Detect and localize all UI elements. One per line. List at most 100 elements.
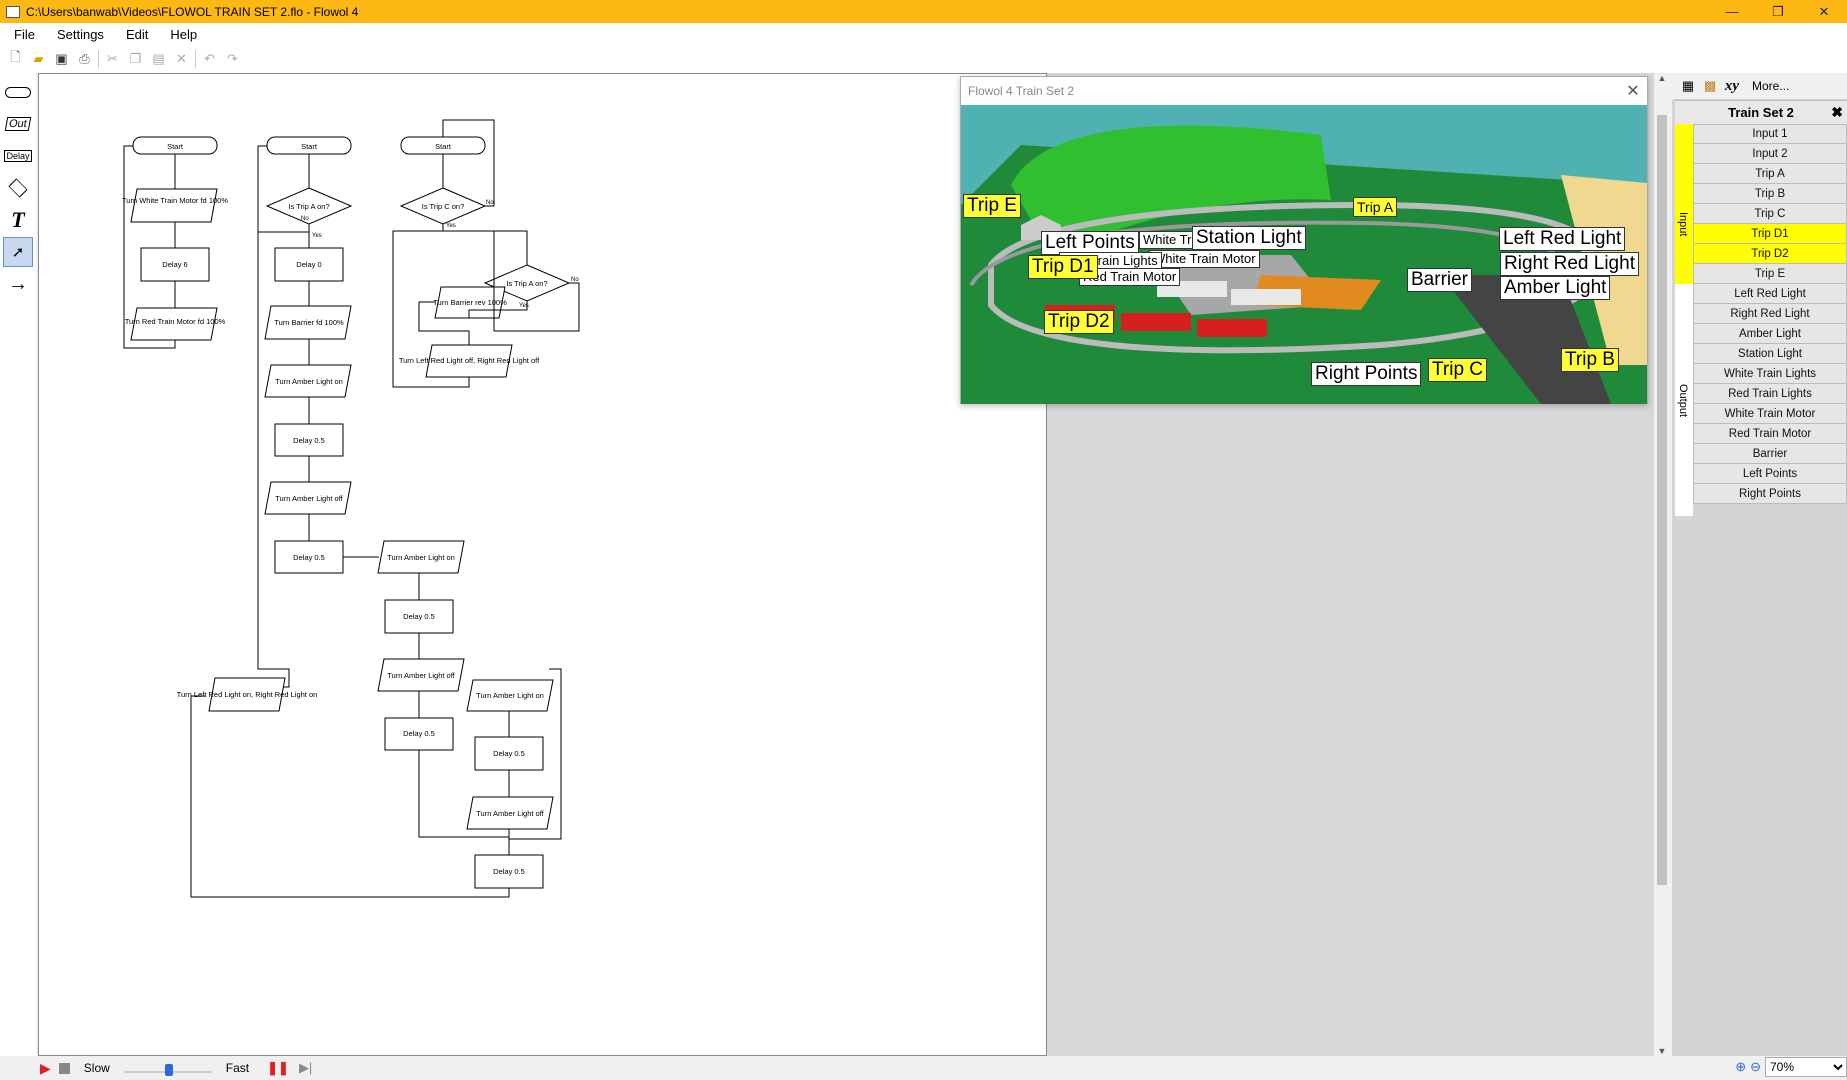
input-item-trip-c[interactable]: Trip C xyxy=(1693,204,1847,224)
copy-icon[interactable]: ❐ xyxy=(124,48,147,70)
io-panel: ▦ ▩ xy More... Train Set 2 ✖ Input Outpu… xyxy=(1672,73,1847,1056)
output-item-white-train-lights[interactable]: White Train Lights xyxy=(1693,364,1847,384)
play-icon[interactable]: ▶ xyxy=(40,1060,51,1077)
menu-bar: File Settings Edit Help xyxy=(0,23,1847,45)
maximize-button[interactable]: ❐ xyxy=(1755,0,1801,23)
output-item-barrier[interactable]: Barrier xyxy=(1693,444,1847,464)
input-item-trip-a[interactable]: Trip A xyxy=(1693,164,1847,184)
pause-icon[interactable]: ❚❚ xyxy=(267,1060,289,1076)
speed-slider[interactable] xyxy=(123,1062,212,1076)
open-folder-icon[interactable]: ▰ xyxy=(27,48,50,70)
flow-output-c5-1[interactable]: Turn Amber Light on xyxy=(476,691,544,700)
menu-help[interactable]: Help xyxy=(156,27,205,42)
output-item-white-train-motor[interactable]: White Train Motor xyxy=(1693,404,1847,424)
flow-delay-c4-1[interactable]: Delay 0.5 xyxy=(403,612,435,621)
flowchart-diagram: Start Turn White Train Motor fd 100% Del… xyxy=(122,119,580,898)
vertical-scrollbar[interactable]: ▲ ▼ xyxy=(1654,73,1670,1056)
undo-icon[interactable]: ↶ xyxy=(198,48,221,70)
image-icon[interactable]: ▩ xyxy=(1702,78,1718,94)
print-icon[interactable]: ⎙ xyxy=(73,48,96,70)
flow-delay-c2-3[interactable]: Delay 0.5 xyxy=(293,553,325,562)
decision-shape-icon[interactable] xyxy=(3,173,33,203)
menu-edit[interactable]: Edit xyxy=(112,27,156,42)
delay-shape-icon[interactable]: Delay xyxy=(3,141,33,171)
window-title: C:\Users\banwab\Videos\FLOWOL TRAIN SET … xyxy=(26,4,359,19)
slow-label: Slow xyxy=(83,1061,110,1075)
arrow-tool-icon[interactable]: → xyxy=(3,269,33,299)
output-shape-icon[interactable]: Out xyxy=(3,109,33,139)
paste-icon[interactable]: ▤ xyxy=(147,48,170,70)
flow-output-c1-2[interactable]: Turn Red Train Motor fd 100% xyxy=(125,317,226,326)
flow-delay-c2-1[interactable]: Delay 0 xyxy=(296,260,321,269)
flow-output-c1-1[interactable]: Turn White Train Motor fd 100% xyxy=(122,196,228,205)
flow-output-c2-3[interactable]: Turn Amber Light off xyxy=(275,494,343,503)
flow-decision-c2[interactable]: Is Trip A on? xyxy=(288,202,329,211)
minimize-button[interactable]: — xyxy=(1709,0,1755,23)
mimic-icon[interactable]: ▦ xyxy=(1680,78,1696,94)
train-set-scene: Trip E Trip A White Train Lights Left Po… xyxy=(961,105,1647,404)
scroll-down-icon[interactable]: ▼ xyxy=(1654,1046,1670,1056)
output-item-red-train-motor[interactable]: Red Train Motor xyxy=(1693,424,1847,444)
input-item-trip-d1[interactable]: Trip D1 xyxy=(1693,224,1847,244)
stop-icon[interactable] xyxy=(58,1062,70,1074)
xy-icon[interactable]: xy xyxy=(1724,78,1740,94)
output-item-right-red-light[interactable]: Right Red Light xyxy=(1693,304,1847,324)
zoom-in-icon[interactable]: ⊕ xyxy=(1735,1059,1746,1075)
output-item-amber-light[interactable]: Amber Light xyxy=(1693,324,1847,344)
flow-decision-c3-2[interactable]: Is Trip A on? xyxy=(506,279,547,288)
scrollbar-thumb[interactable] xyxy=(1657,115,1667,885)
flow-start-3[interactable]: Start xyxy=(435,142,452,151)
output-item-station-light[interactable]: Station Light xyxy=(1693,344,1847,364)
flow-output-c5-2[interactable]: Turn Amber Light off xyxy=(476,809,544,818)
step-icon[interactable]: ▶| xyxy=(299,1060,312,1076)
redo-icon[interactable]: ↷ xyxy=(221,48,244,70)
save-icon[interactable]: ▣ xyxy=(50,48,73,70)
input-item-trip-d2[interactable]: Trip D2 xyxy=(1693,244,1847,264)
flowchart-canvas[interactable]: Start Turn White Train Motor fd 100% Del… xyxy=(38,73,1047,1056)
trip-b-label: Trip B xyxy=(1561,348,1619,372)
input-highlight xyxy=(1675,124,1693,284)
cut-icon[interactable]: ✂ xyxy=(101,48,124,70)
station-light-label: Station Light xyxy=(1192,226,1306,250)
flow-delay-c5-1[interactable]: Delay 0.5 xyxy=(493,749,525,758)
output-item-right-points[interactable]: Right Points xyxy=(1693,484,1847,504)
flow-delay-c4-2[interactable]: Delay 0.5 xyxy=(403,729,435,738)
flow-output-c2-4[interactable]: Turn Left Red Light on, Right Red Light … xyxy=(177,690,318,699)
flow-output-c4-1[interactable]: Turn Amber Light on xyxy=(387,553,455,562)
speed-slider-knob[interactable] xyxy=(164,1064,173,1076)
new-file-icon[interactable]: 🗋 xyxy=(4,48,27,70)
flow-delay-c1-1[interactable]: Delay 6 xyxy=(162,260,187,269)
menu-settings[interactable]: Settings xyxy=(43,27,112,42)
flow-decision-c3-1[interactable]: Is Trip C on? xyxy=(422,202,465,211)
menu-file[interactable]: File xyxy=(0,27,43,42)
flow-delay-c2-2[interactable]: Delay 0.5 xyxy=(293,436,325,445)
output-item-red-train-lights[interactable]: Red Train Lights xyxy=(1693,384,1847,404)
zoom-select[interactable]: 70% xyxy=(1765,1057,1847,1077)
flow-delay-c5-2[interactable]: Delay 0.5 xyxy=(493,867,525,876)
trip-d1-label: Trip D1 xyxy=(1028,255,1098,279)
flow-output-c2-1[interactable]: Turn Barrier fd 100% xyxy=(274,318,344,327)
more-button[interactable]: More... xyxy=(1752,79,1789,93)
input-item-trip-b[interactable]: Trip B xyxy=(1693,184,1847,204)
flow-start-1[interactable]: Start xyxy=(167,142,184,151)
zoom-out-icon[interactable]: ⊖ xyxy=(1750,1059,1761,1075)
close-button[interactable]: ✕ xyxy=(1801,0,1847,23)
delete-icon[interactable]: ✕ xyxy=(170,48,193,70)
scroll-up-icon[interactable]: ▲ xyxy=(1654,73,1670,83)
flow-start-2[interactable]: Start xyxy=(301,142,318,151)
flow-output-c3-2[interactable]: Turn Left Red Light off, Right Red Light… xyxy=(399,356,540,365)
output-item-left-points[interactable]: Left Points xyxy=(1693,464,1847,484)
simulation-close-icon[interactable]: ✕ xyxy=(1619,81,1647,101)
pointer-tool-icon[interactable]: ➚ xyxy=(3,237,33,267)
input-item-input-2[interactable]: Input 2 xyxy=(1693,144,1847,164)
input-item-trip-e[interactable]: Trip E xyxy=(1693,264,1847,284)
start-stop-shape-icon[interactable] xyxy=(3,77,33,107)
yes-label: Yes xyxy=(519,303,529,309)
flow-output-c2-2[interactable]: Turn Amber Light on xyxy=(275,377,343,386)
flow-output-c3-1[interactable]: Turn Barrier rev 100% xyxy=(433,298,507,307)
input-item-input-1[interactable]: Input 1 xyxy=(1693,124,1847,144)
flow-output-c4-2[interactable]: Turn Amber Light off xyxy=(387,671,455,680)
text-tool-icon[interactable]: T xyxy=(3,205,33,235)
output-item-left-red-light[interactable]: Left Red Light xyxy=(1693,284,1847,304)
pin-icon[interactable]: ✖ xyxy=(1831,104,1843,121)
